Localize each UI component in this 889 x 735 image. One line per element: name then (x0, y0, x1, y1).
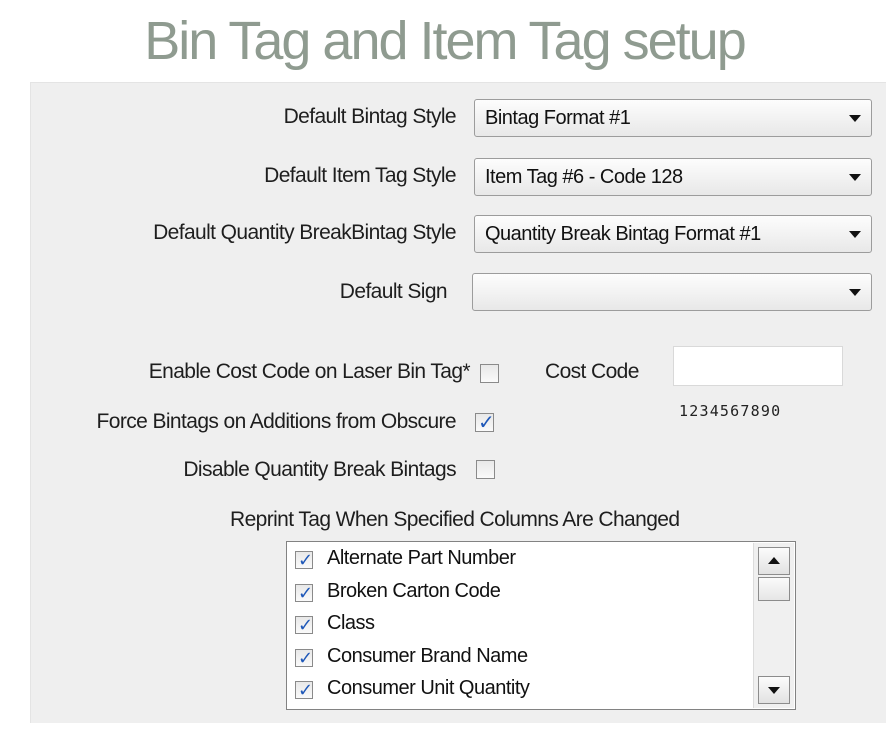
list-item[interactable]: ✓ Consumer Brand Name (295, 644, 755, 674)
default-bintag-style-select[interactable]: Bintag Format #1 (474, 99, 872, 137)
enable-cost-code-label: Enable Cost Code on Laser Bin Tag* (148, 360, 471, 383)
scroll-up-icon (768, 557, 780, 564)
default-qty-break-bintag-style-label: Default Quantity BreakBintag Style (153, 221, 457, 244)
cost-code-input[interactable] (673, 346, 843, 386)
list-item-checkbox[interactable]: ✓ (295, 550, 314, 571)
default-qty-break-bintag-style-select[interactable]: Quantity Break Bintag Format #1 (474, 215, 872, 253)
list-item-label: Broken Carton Code (327, 579, 501, 602)
reprint-label: Reprint Tag When Specified Columns Are C… (230, 508, 680, 531)
list-item-checkbox[interactable]: ✓ (295, 647, 314, 669)
checkmark-icon: ✓ (478, 410, 495, 434)
list-item-checkbox[interactable]: ✓ (295, 582, 314, 604)
checkmark-icon: ✓ (298, 615, 314, 636)
reprint-columns-list: ✓ Alternate Part Number ✓ Broken Carton Cod… (286, 541, 796, 710)
default-qty-break-bintag-style-value: Quantity Break Bintag Format #1 (485, 223, 761, 245)
list-item-checkbox[interactable]: ✓ (295, 615, 314, 636)
default-item-tag-style-select[interactable]: Item Tag #6 - Code 128 (474, 158, 872, 196)
scroll-up-button[interactable] (758, 547, 790, 575)
page-title: Bin Tag and Item Tag setup (144, 11, 746, 71)
default-sign-label: Default Sign (339, 280, 448, 303)
list-item-checkbox[interactable]: ✓ (295, 680, 314, 701)
chevron-down-icon (849, 115, 861, 122)
enable-cost-code-checkbox[interactable] (480, 364, 499, 383)
checkmark-icon: ✓ (298, 647, 314, 669)
chevron-down-icon (849, 231, 861, 238)
checkmark-icon: ✓ (298, 550, 314, 571)
list-item-label: Consumer Brand Name (327, 644, 528, 667)
default-sign-select[interactable] (472, 273, 872, 311)
scroll-thumb[interactable] (758, 577, 790, 601)
checkmark-icon: ✓ (298, 680, 314, 701)
checkmark-icon: ✓ (298, 582, 314, 604)
list-item-label: Alternate Part Number (327, 547, 516, 569)
list-item[interactable]: ✓ Broken Carton Code (295, 579, 755, 609)
list-item-label: Consumer Unit Quantity (327, 677, 530, 699)
list-item-label: Class (327, 612, 375, 634)
list-item[interactable]: ✓ Class (295, 611, 755, 641)
disable-qty-break-label: Disable Quantity Break Bintags (183, 458, 456, 481)
chevron-down-icon (849, 174, 861, 181)
disable-qty-break-checkbox[interactable] (476, 460, 495, 479)
list-item[interactable]: ✓ Alternate Part Number (295, 546, 755, 576)
list-item[interactable]: ✓ Consumer Unit Quantity (295, 676, 755, 706)
cost-code-label: Cost Code (545, 360, 639, 383)
force-bintags-label: Force Bintags on Additions from Obscure (96, 410, 457, 433)
scroll-down-button[interactable] (758, 676, 790, 704)
cost-code-digits: 1234567890 (679, 402, 782, 420)
force-bintags-checkbox[interactable]: ✓ (475, 410, 495, 434)
reprint-list-scrollbar[interactable] (753, 543, 794, 708)
default-bintag-style-value: Bintag Format #1 (485, 107, 631, 129)
default-item-tag-style-value: Item Tag #6 - Code 128 (485, 166, 683, 188)
chevron-down-icon (849, 289, 861, 296)
default-bintag-style-label: Default Bintag Style (283, 105, 457, 128)
scroll-down-icon (768, 687, 780, 694)
default-item-tag-style-label: Default Item Tag Style (264, 164, 456, 187)
